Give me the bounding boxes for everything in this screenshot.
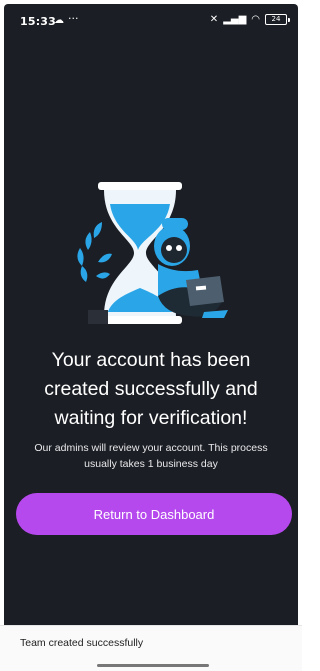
verification-subtitle: Our admins will review your account. Thi… xyxy=(34,442,268,470)
cloud-icon: ☁ xyxy=(54,15,64,26)
app-screen: 15:33 ☁ ··· ✕ ▂▄▆ ◠ 24 Your account has … xyxy=(4,4,298,666)
status-time: 15:33 xyxy=(20,15,57,28)
return-to-dashboard-label: Return to Dashboard xyxy=(93,506,215,522)
vibrate-icon: ✕ xyxy=(209,14,219,25)
signal-icon: ▂▄▆ xyxy=(223,14,247,25)
battery-icon: 24 xyxy=(265,14,290,25)
more-dots-icon: ··· xyxy=(68,12,79,25)
verification-title: Your account has been created successful… xyxy=(44,349,258,429)
system-icons: ✕ ▂▄▆ ◠ 24 xyxy=(210,14,290,25)
wifi-icon: ◠ xyxy=(251,14,260,25)
hourglass-person-laptop-illustration xyxy=(77,182,228,324)
snackbar-toast: Team created successfully xyxy=(0,625,302,671)
toast-message: Team created successfully xyxy=(20,637,144,649)
leaf-plant-icon xyxy=(77,222,112,282)
return-to-dashboard-button[interactable]: Return to Dashboard xyxy=(16,493,292,535)
home-indicator[interactable] xyxy=(97,664,209,667)
status-bar: 15:33 ☁ ··· ✕ ▂▄▆ ◠ 24 xyxy=(4,4,298,38)
battery-level: 24 xyxy=(265,14,287,25)
